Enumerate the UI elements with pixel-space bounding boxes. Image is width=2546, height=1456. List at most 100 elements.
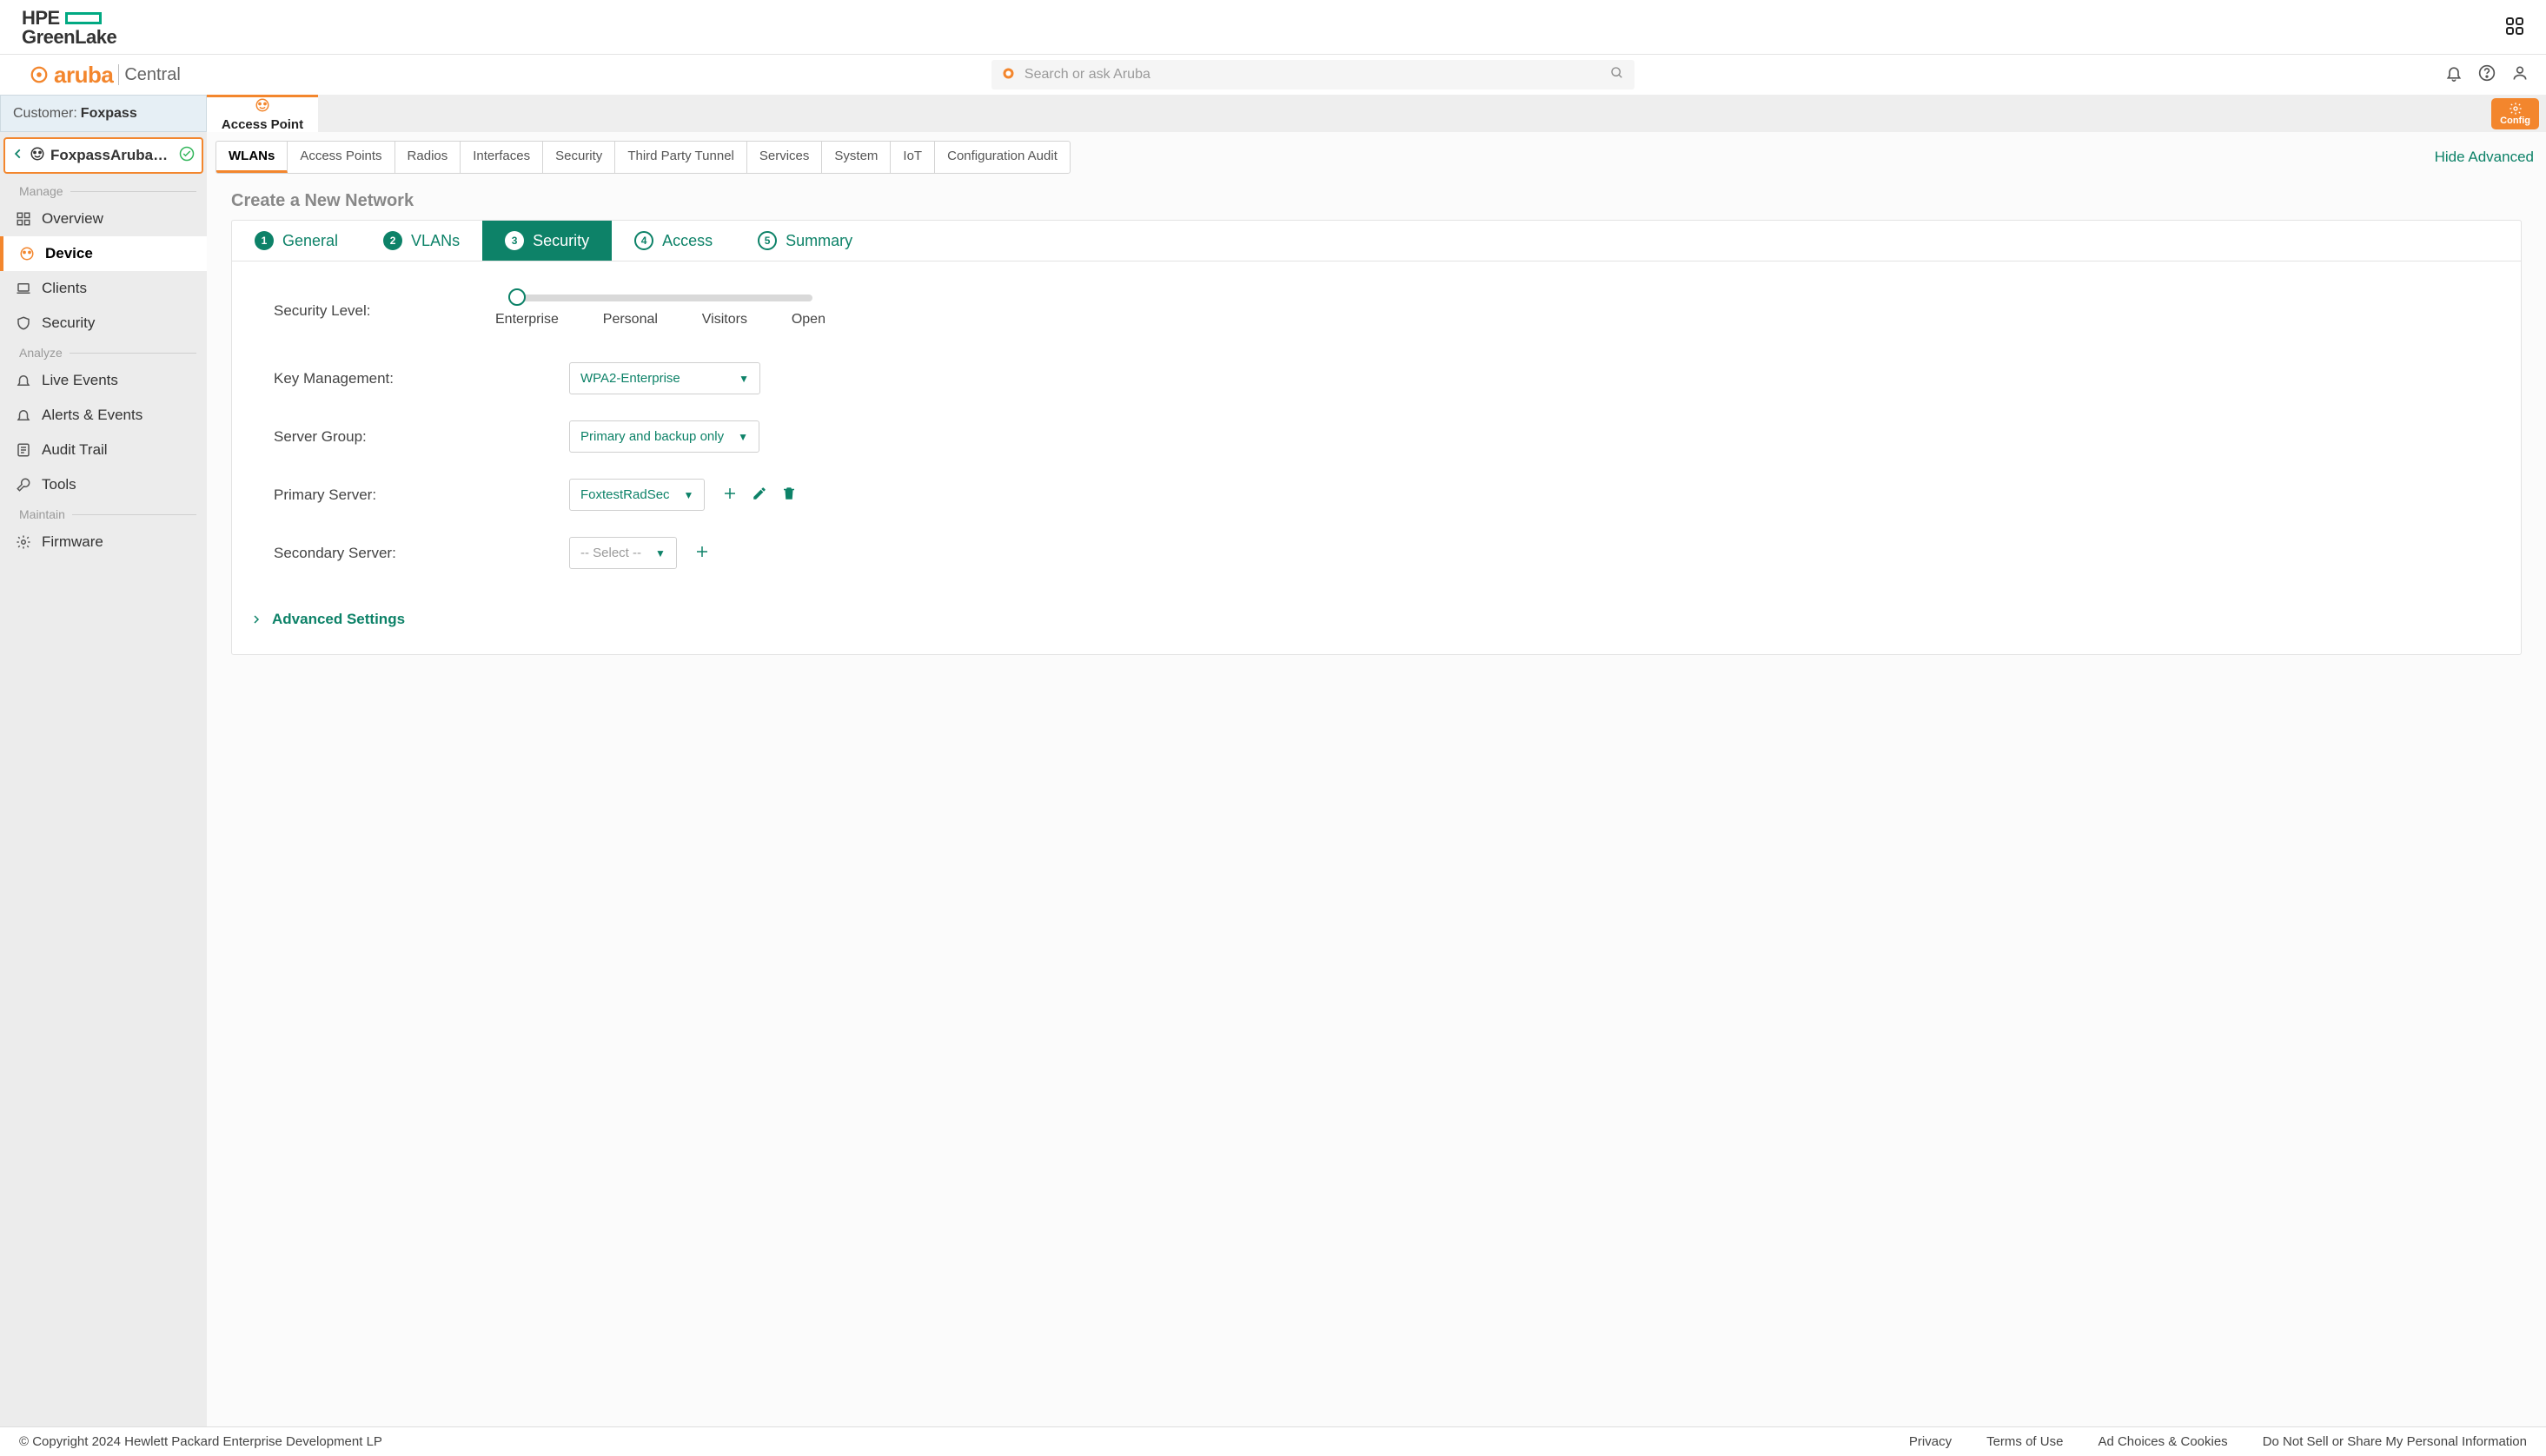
advanced-settings-toggle[interactable]: Advanced Settings (232, 611, 2521, 628)
footer-adchoices[interactable]: Ad Choices & Cookies (2098, 1434, 2227, 1449)
sidebar-item-audit[interactable]: Audit Trail (0, 433, 207, 467)
key-management-dropdown[interactable]: WPA2-Enterprise ▼ (569, 362, 760, 394)
chevron-right-icon (251, 614, 262, 625)
tab-access-point-label: Access Point (222, 117, 303, 132)
sidebar-item-clients[interactable]: Clients (0, 271, 207, 306)
config-button[interactable]: Config (2491, 98, 2539, 129)
subtab-system[interactable]: System (822, 142, 891, 173)
dropdown-value: Primary and backup only (580, 429, 724, 444)
access-point-icon (255, 97, 270, 116)
hide-advanced-link[interactable]: Hide Advanced (2435, 149, 2534, 166)
sidebar-group-analyze: Analyze (0, 341, 207, 363)
step-security[interactable]: 3Security (482, 221, 612, 261)
footer-donotsell[interactable]: Do Not Sell or Share My Personal Informa… (2263, 1434, 2527, 1449)
apps-grid-icon[interactable] (2505, 17, 2524, 39)
logo-hpe-text: HPE (22, 9, 60, 28)
check-circle-icon (179, 146, 195, 165)
sec-level-personal: Personal (603, 312, 658, 328)
customer-name: Foxpass (81, 106, 137, 122)
user-icon[interactable] (2511, 64, 2529, 85)
aruba-text: aruba (54, 62, 113, 89)
page-title: Create a New Network (207, 174, 2546, 220)
chevron-down-icon: ▼ (738, 431, 748, 443)
security-level-slider[interactable] (508, 295, 812, 301)
sec-level-enterprise: Enterprise (495, 312, 559, 328)
step-label: Security (533, 232, 589, 250)
logo-greenlake-text: GreenLake (22, 28, 116, 47)
device-selector[interactable]: FoxpassArubaAP... (3, 137, 203, 174)
chevron-down-icon: ▼ (739, 373, 749, 385)
sidebar-item-label: Tools (42, 476, 76, 493)
subtab-interfaces[interactable]: Interfaces (461, 142, 543, 173)
sidebar-item-label: Clients (42, 280, 87, 297)
subtab-services[interactable]: Services (747, 142, 823, 173)
config-button-label: Config (2500, 116, 2530, 126)
slider-thumb[interactable] (508, 288, 526, 306)
subtab-config-audit[interactable]: Configuration Audit (935, 142, 1070, 173)
delete-server-icon[interactable] (781, 486, 797, 505)
subtab-iot[interactable]: IoT (891, 142, 935, 173)
subtab-security[interactable]: Security (543, 142, 615, 173)
sec-level-visitors: Visitors (702, 312, 747, 328)
dropdown-value: -- Select -- (580, 546, 641, 560)
subtab-access-points[interactable]: Access Points (288, 142, 394, 173)
advanced-settings-label: Advanced Settings (272, 611, 405, 628)
edit-server-icon[interactable] (752, 486, 767, 505)
tab-access-point[interactable]: Access Point (207, 95, 318, 132)
bell-icon (16, 407, 31, 423)
sidebar-item-label: Audit Trail (42, 441, 108, 459)
add-server-icon[interactable] (722, 486, 738, 505)
audit-icon (16, 442, 31, 458)
step-label: General (282, 232, 338, 250)
sidebar-item-label: Security (42, 314, 95, 332)
bell-icon[interactable] (2445, 64, 2463, 85)
add-server-icon[interactable] (694, 544, 710, 563)
chevron-down-icon: ▼ (684, 489, 694, 501)
step-general[interactable]: 1General (232, 221, 361, 261)
sidebar-item-tools[interactable]: Tools (0, 467, 207, 502)
primary-server-label: Primary Server: (274, 486, 569, 504)
stepper: 1General 2VLANs 3Security 4Access 5Summa… (232, 221, 2521, 261)
help-icon[interactable] (2478, 64, 2496, 85)
device-face-icon (30, 146, 45, 165)
sidebar-item-security[interactable]: Security (0, 306, 207, 341)
laptop-icon (16, 281, 31, 296)
back-arrow-icon[interactable] (12, 148, 24, 163)
sidebar: FoxpassArubaAP... Manage Overview Device… (0, 132, 207, 1427)
search-input-wrapper[interactable] (991, 60, 1634, 89)
copyright: © Copyright 2024 Hewlett Packard Enterpr… (19, 1434, 382, 1449)
footer-terms[interactable]: Terms of Use (1986, 1434, 2063, 1449)
secondary-server-dropdown[interactable]: -- Select -- ▼ (569, 537, 677, 569)
sidebar-item-label: Firmware (42, 533, 103, 551)
primary-server-dropdown[interactable]: FoxtestRadSec ▼ (569, 479, 705, 511)
sidebar-group-maintain: Maintain (0, 502, 207, 525)
sidebar-item-live-events[interactable]: Live Events (0, 363, 207, 398)
aruba-central-logo: aruba Central (30, 62, 181, 89)
sidebar-item-label: Alerts & Events (42, 407, 143, 424)
search-icon (1002, 67, 1018, 83)
step-summary[interactable]: 5Summary (735, 221, 875, 261)
customer-label: Customer: (13, 106, 77, 122)
sidebar-item-firmware[interactable]: Firmware (0, 525, 207, 559)
device-icon (19, 246, 35, 261)
subtab-radios[interactable]: Radios (395, 142, 461, 173)
gear-icon (2509, 102, 2523, 116)
chevron-down-icon: ▼ (655, 547, 666, 559)
footer: © Copyright 2024 Hewlett Packard Enterpr… (0, 1426, 2546, 1456)
subtab-wlans[interactable]: WLANs (216, 142, 288, 173)
server-group-dropdown[interactable]: Primary and backup only ▼ (569, 420, 759, 453)
sidebar-item-overview[interactable]: Overview (0, 202, 207, 236)
step-vlans[interactable]: 2VLANs (361, 221, 482, 261)
gear-icon (16, 534, 31, 550)
dropdown-value: FoxtestRadSec (580, 487, 670, 502)
subtab-third-party-tunnel[interactable]: Third Party Tunnel (615, 142, 747, 173)
sidebar-item-device[interactable]: Device (0, 236, 207, 271)
hpe-greenlake-logo: HPE GreenLake (22, 9, 116, 47)
step-access[interactable]: 4Access (612, 221, 735, 261)
sidebar-item-alerts[interactable]: Alerts & Events (0, 398, 207, 433)
aruba-icon (30, 65, 49, 84)
search-end-icon[interactable] (1610, 66, 1624, 83)
search-input[interactable] (1018, 66, 1610, 83)
footer-privacy[interactable]: Privacy (1909, 1434, 1952, 1449)
bell-icon (16, 373, 31, 388)
